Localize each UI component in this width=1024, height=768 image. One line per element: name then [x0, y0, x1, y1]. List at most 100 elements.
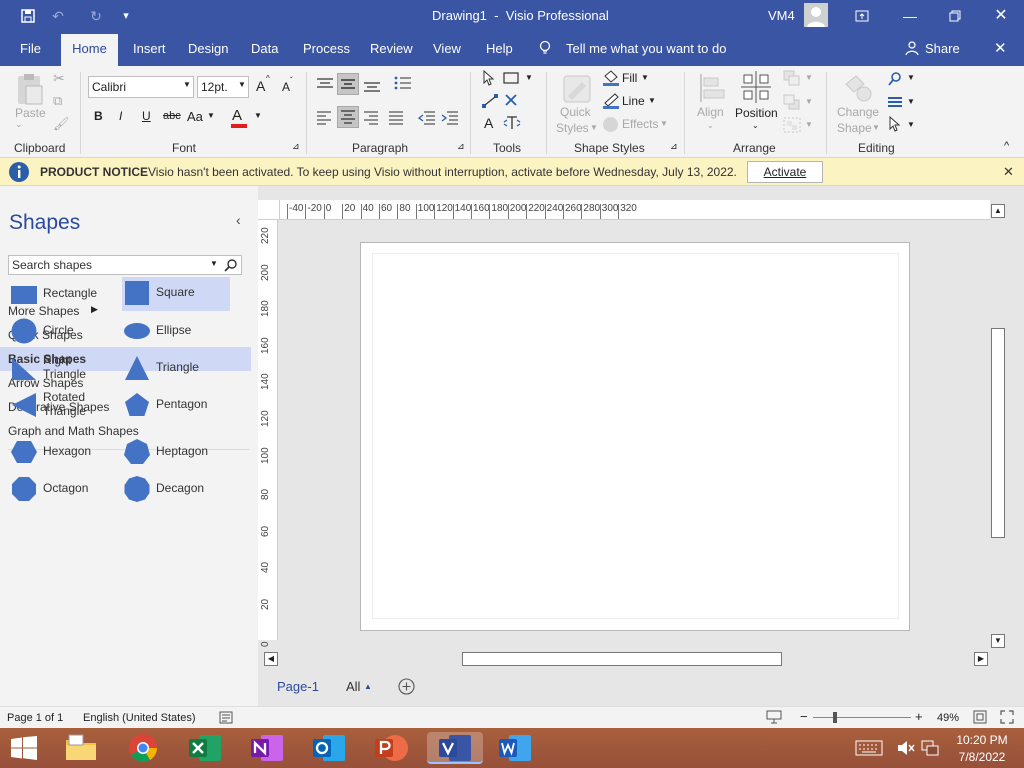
stencil-rectangle-shape[interactable]: Rectangle — [9, 278, 117, 310]
group-icon[interactable] — [783, 117, 801, 133]
customize-toolbar-icon[interactable]: ▾ — [118, 8, 134, 24]
align-center-button[interactable] — [337, 106, 359, 128]
stencil-rotated-triangle-shape[interactable]: Rotated Triangle — [9, 389, 117, 421]
zoom-out-button[interactable]: − — [800, 709, 808, 724]
chevron-down-icon[interactable]: ▼ — [907, 97, 915, 106]
justify-icon[interactable] — [388, 111, 404, 125]
scroll-down-icon[interactable]: ▼ — [991, 634, 1005, 648]
connector-tool-icon[interactable] — [481, 93, 499, 109]
align-button[interactable]: Align — [697, 105, 724, 119]
change-shape-icon[interactable] — [842, 72, 874, 104]
chevron-down-icon[interactable]: ▼ — [907, 120, 915, 129]
underline-button[interactable]: U — [142, 109, 151, 123]
text-tool-button[interactable]: A — [484, 115, 493, 131]
grow-font-button[interactable]: A — [256, 78, 265, 94]
rectangle-tool-icon[interactable] — [503, 72, 519, 84]
chevron-down-icon[interactable]: ▼ — [648, 96, 656, 105]
chevron-down-icon[interactable]: ▼ — [254, 111, 262, 120]
chevron-down-icon[interactable]: ▼ — [805, 120, 813, 129]
align-top-icon[interactable] — [316, 78, 334, 92]
chevron-down-icon[interactable]: ▼ — [207, 111, 215, 120]
position-icon[interactable] — [740, 70, 772, 104]
fit-page-icon[interactable] — [973, 710, 987, 724]
search-shapes-field[interactable]: Search shapes ▼ — [8, 255, 242, 275]
avatar[interactable] — [804, 3, 828, 27]
chevron-down-icon[interactable]: ▼ — [525, 73, 533, 82]
word-icon[interactable] — [495, 732, 535, 764]
bring-to-front-icon[interactable] — [783, 70, 801, 86]
stencil-right-triangle-shape[interactable]: Right Triangle — [9, 352, 117, 384]
format-painter-icon[interactable]: 🖌 — [53, 116, 70, 132]
align-bottom-icon[interactable] — [363, 78, 381, 92]
page-count[interactable]: Page 1 of 1 — [7, 712, 63, 724]
network-icon[interactable] — [921, 740, 939, 756]
chevron-down-icon[interactable]: ▼ — [660, 119, 668, 128]
align-shapes-icon[interactable] — [698, 72, 726, 104]
clock-time[interactable]: 10:20 PM — [954, 733, 1010, 747]
volume-muted-icon[interactable] — [897, 740, 915, 756]
presentation-mode-icon[interactable] — [766, 710, 782, 724]
onenote-icon[interactable] — [247, 732, 287, 764]
stencil-hexagon-shape[interactable]: Hexagon — [9, 436, 117, 468]
tab-view[interactable]: View — [433, 41, 461, 56]
scroll-left-icon[interactable]: ◀ — [264, 652, 278, 666]
zoom-level[interactable]: 49% — [937, 712, 959, 724]
chevron-down-icon[interactable]: ▼ — [210, 259, 218, 268]
strikethrough-button[interactable]: abc — [163, 110, 181, 122]
stencil-circle-shape[interactable]: Circle — [9, 315, 117, 347]
close-document-icon[interactable]: ✕ — [994, 39, 1007, 57]
restore-icon[interactable] — [947, 8, 963, 24]
activate-button[interactable]: Activate — [747, 161, 823, 183]
close-window-icon[interactable]: ✕ — [993, 8, 1009, 24]
switch-windows-icon[interactable] — [1000, 710, 1014, 724]
quick-styles-label[interactable]: Quick — [560, 105, 591, 119]
drawing-page[interactable] — [360, 242, 910, 631]
tab-review[interactable]: Review — [370, 41, 413, 56]
bold-button[interactable]: B — [94, 109, 103, 123]
increase-indent-icon[interactable] — [441, 111, 459, 125]
windows-start-icon[interactable] — [10, 736, 38, 760]
tell-me-search[interactable]: Tell me what you want to do — [566, 41, 726, 56]
all-pages-button[interactable]: All — [346, 679, 360, 694]
align-left-icon[interactable] — [316, 111, 332, 125]
chevron-down-icon[interactable]: ▼ — [805, 73, 813, 82]
layers-icon[interactable] — [887, 94, 903, 110]
dialog-launcher-icon[interactable]: ⊿ — [292, 141, 300, 152]
vertical-scrollbar[interactable]: ▲ ▼ — [990, 204, 1006, 650]
excel-icon[interactable] — [185, 732, 225, 764]
paste-label[interactable]: Paste — [15, 106, 46, 120]
share-person-icon[interactable] — [904, 40, 920, 56]
align-right-icon[interactable] — [363, 111, 379, 125]
paste-dropdown-icon[interactable]: ⌄ — [15, 119, 23, 130]
find-icon[interactable] — [887, 71, 903, 87]
change-case-button[interactable]: Aa — [187, 109, 203, 124]
select-icon[interactable] — [888, 115, 902, 132]
chevron-down-icon[interactable]: ▼ — [641, 73, 649, 82]
fill-icon[interactable] — [602, 70, 620, 86]
stencil-square-shape[interactable]: Square — [122, 277, 230, 311]
undo-icon[interactable]: ↶ — [50, 8, 66, 24]
add-page-icon[interactable] — [398, 678, 415, 695]
vertical-scroll-thumb[interactable] — [991, 328, 1005, 538]
clock-date[interactable]: 7/8/2022 — [954, 750, 1010, 764]
chevron-up-icon[interactable]: ▲ — [364, 682, 372, 691]
chevron-down-icon[interactable]: ▼ — [907, 73, 915, 82]
stencil-heptagon-shape[interactable]: Heptagon — [122, 436, 230, 468]
line-button[interactable]: Line — [622, 94, 645, 108]
powerpoint-icon[interactable] — [371, 732, 411, 764]
chevron-down-icon[interactable]: ▼ — [805, 97, 813, 106]
italic-button[interactable]: I — [119, 109, 122, 123]
tab-help[interactable]: Help — [486, 41, 513, 56]
horizontal-scrollbar[interactable]: ◀ ▶ — [264, 651, 988, 667]
stencil-octagon-shape[interactable]: Octagon — [9, 473, 117, 505]
file-explorer-icon[interactable] — [61, 732, 101, 764]
stencil-pentagon-shape[interactable]: Pentagon — [122, 389, 230, 421]
cut-icon[interactable]: ✂ — [53, 70, 65, 87]
copy-icon[interactable]: ⧉ — [53, 93, 62, 109]
line-icon[interactable] — [602, 93, 620, 109]
outlook-icon[interactable] — [309, 732, 349, 764]
zoom-slider-thumb[interactable] — [833, 712, 837, 723]
font-size-select[interactable]: 12pt. ▼ — [197, 76, 249, 98]
align-middle-button[interactable] — [337, 73, 359, 95]
redo-icon[interactable]: ↻ — [88, 8, 104, 24]
